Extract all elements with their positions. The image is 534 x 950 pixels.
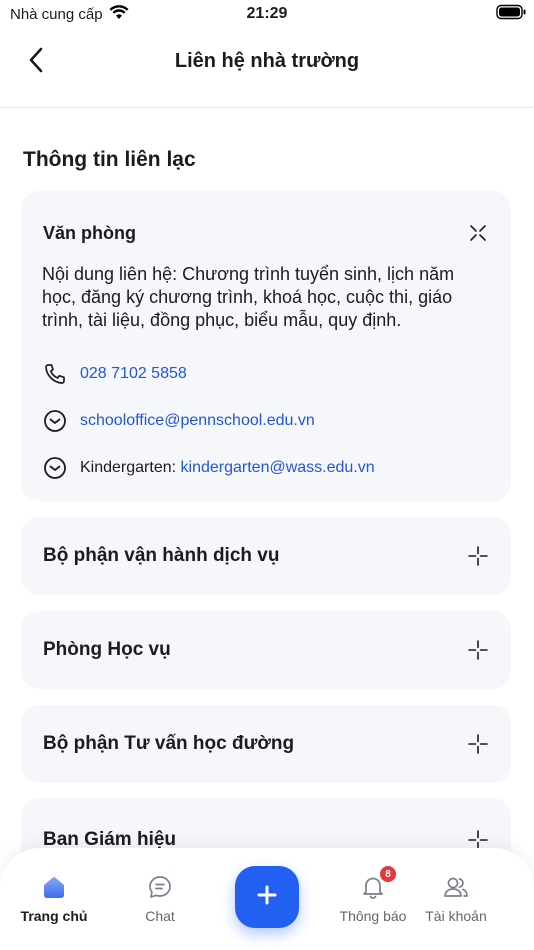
phone-icon <box>42 361 68 387</box>
chat-icon <box>145 872 175 902</box>
plus-icon <box>256 884 278 911</box>
expand-icon[interactable] <box>467 639 489 661</box>
department-title: Phòng Học vụ <box>43 639 171 660</box>
department-title: Bộ phận vận hành dịch vụ <box>43 545 280 566</box>
department-title: Bộ phận Tư vấn học đường <box>43 733 295 754</box>
tab-notifications-label: Thông báo <box>339 908 407 924</box>
content-area[interactable]: Thông tin liên lạc Văn phòng Nội dung li… <box>0 108 534 950</box>
tab-home-label: Trang chủ <box>20 908 88 924</box>
tab-account-label: Tài khoản <box>425 908 487 924</box>
bell-icon: 8 <box>358 866 396 902</box>
notification-badge: 8 <box>380 866 396 882</box>
phone-link[interactable]: 028 7102 5858 <box>80 365 187 383</box>
department-card-header[interactable]: Phòng Học vụ <box>21 611 511 689</box>
page-title: Liên hệ nhà trường <box>174 50 360 72</box>
kindergarten-label: Kindergarten: <box>80 459 177 476</box>
phone-row[interactable]: 028 7102 5858 <box>21 362 511 386</box>
office-card: Văn phòng Nội dung liên hệ: Chương trình… <box>21 191 511 501</box>
tab-notifications[interactable]: 8 Thông báo <box>328 866 418 924</box>
chevron-left-icon <box>26 46 46 79</box>
email-link[interactable]: schooloffice@pennschool.edu.vn <box>80 412 315 430</box>
department-card-header[interactable]: Bộ phận Tư vấn học đường <box>21 705 511 783</box>
clock-icon <box>42 455 68 481</box>
tab-bar: Trang chủ Chat 8 Thông báo Tài khoản <box>0 848 534 950</box>
email-row[interactable]: schooloffice@pennschool.edu.vn <box>21 409 511 433</box>
clock-icon <box>42 408 68 434</box>
department-card[interactable]: Bộ phận vận hành dịch vụ <box>21 517 511 595</box>
section-title: Thông tin liên lạc <box>23 148 196 171</box>
tab-chat[interactable]: Chat <box>115 872 205 924</box>
kindergarten-row[interactable]: Kindergarten: kindergarten@wass.edu.vn <box>21 456 511 480</box>
battery-icon <box>496 4 526 24</box>
add-button[interactable] <box>235 866 299 928</box>
kindergarten-email-link[interactable]: kindergarten@wass.edu.vn <box>181 459 375 476</box>
expand-icon[interactable] <box>467 733 489 755</box>
nav-bar: Liên hệ nhà trường <box>0 28 534 108</box>
back-button[interactable] <box>20 46 52 78</box>
office-description: Nội dung liên hệ: Chương trình tuyển sin… <box>42 264 455 330</box>
tab-home[interactable]: Trang chủ <box>9 872 99 924</box>
collapse-icon[interactable] <box>467 222 489 244</box>
department-card[interactable]: Bộ phận Tư vấn học đường <box>21 705 511 783</box>
tab-chat-label: Chat <box>145 908 175 924</box>
wifi-icon <box>109 4 129 24</box>
users-icon <box>441 872 471 902</box>
department-card[interactable]: Phòng Học vụ <box>21 611 511 689</box>
carrier-label: Nhà cung cấp <box>10 5 103 23</box>
department-card-header[interactable]: Bộ phận vận hành dịch vụ <box>21 517 511 595</box>
status-bar: Nhà cung cấp 21:29 <box>0 0 534 28</box>
expand-icon[interactable] <box>467 545 489 567</box>
office-card-title: Văn phòng <box>43 222 136 243</box>
tab-account[interactable]: Tài khoản <box>411 872 501 924</box>
home-icon <box>39 872 69 902</box>
status-left: Nhà cung cấp <box>10 4 129 24</box>
